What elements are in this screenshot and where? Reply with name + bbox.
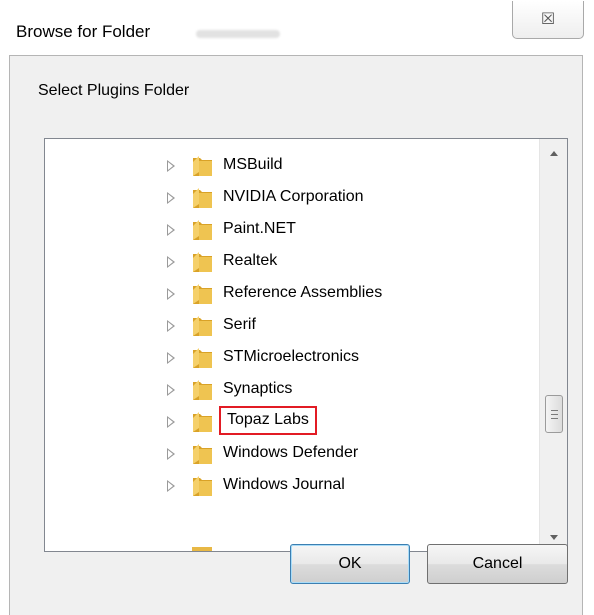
folder-icon — [193, 476, 212, 496]
folder-icon — [193, 252, 212, 272]
folder-icon — [193, 188, 212, 208]
expand-triangle-icon[interactable] — [167, 192, 175, 204]
tree-item[interactable]: Windows Journal — [45, 471, 539, 503]
tree-item-label: Reference Assemblies — [223, 284, 383, 301]
grip-line — [551, 418, 558, 419]
tree-item[interactable]: Realtek — [45, 247, 539, 279]
tree-item[interactable]: NVIDIA Corporation — [45, 183, 539, 215]
tree-item-label: Serif — [223, 316, 256, 333]
blurred-title-text — [196, 30, 280, 38]
expand-triangle-icon[interactable] — [167, 416, 175, 428]
expand-triangle-icon[interactable] — [167, 256, 175, 268]
tree-item[interactable]: Serif — [45, 311, 539, 343]
expand-triangle-icon[interactable] — [167, 160, 175, 172]
tree-item[interactable]: Reference Assemblies — [45, 279, 539, 311]
tree-item-label: Paint.NET — [223, 220, 296, 237]
scroll-up-button[interactable] — [540, 139, 567, 169]
close-button[interactable]: ☒ — [512, 1, 584, 39]
tree-item-label: Synaptics — [223, 380, 293, 397]
expand-triangle-icon[interactable] — [167, 352, 175, 364]
tree-item[interactable]: Synaptics — [45, 375, 539, 407]
tree-item-label: Windows Defender — [223, 444, 359, 461]
folder-icon — [192, 547, 212, 551]
tree-item[interactable]: Paint.NET — [45, 215, 539, 247]
folder-icon — [193, 284, 212, 304]
grip-line — [551, 410, 558, 411]
tree-item[interactable]: MSBuild — [45, 151, 539, 183]
tree-item[interactable]: Windows Defender — [45, 439, 539, 471]
dialog-body: Select Plugins Folder MSBuild NVIDIA Corp… — [9, 55, 583, 615]
title-bar[interactable]: Browse for Folder ☒ — [0, 0, 594, 56]
close-icon: ☒ — [540, 11, 556, 28]
tree-item[interactable]: Topaz Labs — [45, 406, 539, 439]
tree-item-label: Realtek — [223, 252, 278, 269]
tree-item-label: Topaz Labs — [219, 406, 317, 435]
expand-triangle-icon[interactable] — [167, 448, 175, 460]
tree-item-label: MSBuild — [223, 156, 283, 173]
expand-triangle-icon[interactable] — [167, 384, 175, 396]
folder-icon — [193, 444, 212, 464]
tree-item[interactable]: STMicroelectronics — [45, 343, 539, 375]
ok-button[interactable]: OK — [290, 544, 410, 584]
folder-icon — [193, 220, 212, 240]
folder-tree-rows: MSBuild NVIDIA Corporation Paint.NET Realte… — [45, 139, 539, 551]
folder-icon — [193, 380, 212, 400]
browse-for-folder-dialog: Browse for Folder ☒ Select Plugins Folde… — [0, 0, 594, 615]
arrow-up-icon — [550, 151, 558, 156]
folder-icon — [193, 412, 212, 432]
vertical-scrollbar[interactable] — [539, 139, 567, 551]
expand-triangle-icon[interactable] — [167, 224, 175, 236]
scrollbar-thumb[interactable] — [545, 395, 563, 433]
grip-line — [551, 414, 558, 415]
arrow-down-icon — [550, 535, 558, 540]
tree-item-label: STMicroelectronics — [223, 348, 360, 365]
window-title: Browse for Folder — [16, 22, 151, 41]
folder-icon — [193, 316, 212, 336]
tree-item-label: NVIDIA Corporation — [223, 188, 364, 205]
folder-tree[interactable]: MSBuild NVIDIA Corporation Paint.NET Realte… — [44, 138, 568, 552]
folder-icon — [193, 348, 212, 368]
dialog-prompt: Select Plugins Folder — [38, 82, 190, 99]
expand-triangle-icon[interactable] — [167, 480, 175, 492]
cancel-button[interactable]: Cancel — [427, 544, 568, 584]
folder-icon — [193, 156, 212, 176]
expand-triangle-icon[interactable] — [167, 288, 175, 300]
tree-item-label: Windows Journal — [223, 476, 345, 493]
expand-triangle-icon[interactable] — [167, 320, 175, 332]
